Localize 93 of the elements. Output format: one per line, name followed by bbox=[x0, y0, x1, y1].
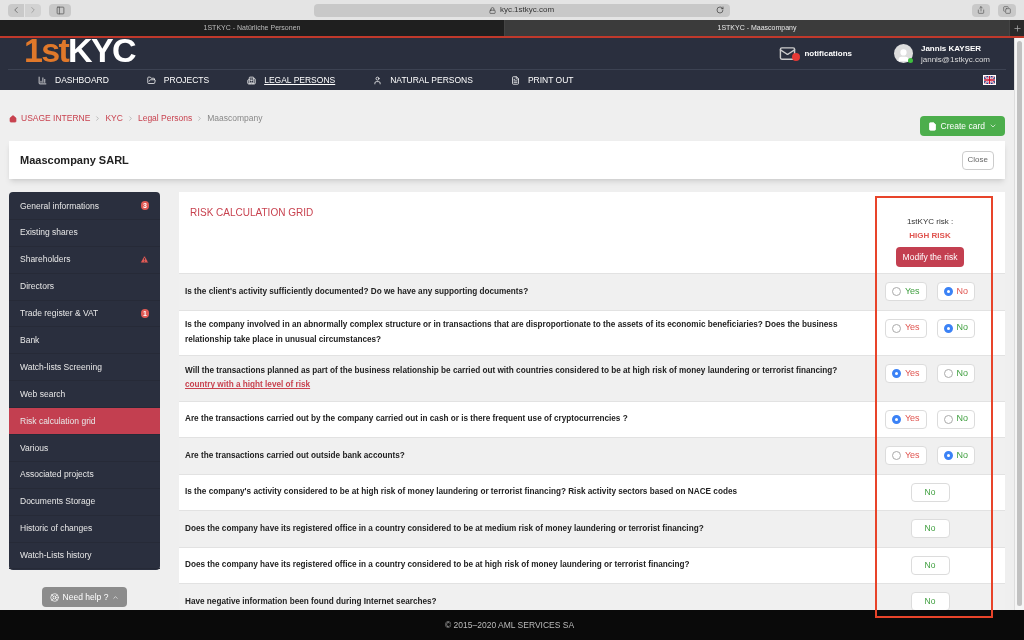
radio-icon bbox=[891, 323, 901, 333]
chevron-left-icon bbox=[11, 5, 21, 15]
radio-option[interactable]: Yes bbox=[884, 409, 927, 429]
caret-icon bbox=[989, 122, 997, 130]
question-text: Will the transactions planned as part of the business relationship be carried out with countries considered to be at high risk of money laundering or terrorist financing? country with a hight level of risk bbox=[185, 364, 839, 392]
radio-icon bbox=[943, 287, 953, 296]
nav-link[interactable]: NATURAL PERSONS bbox=[373, 73, 473, 87]
sidebar-item[interactable]: Bank bbox=[9, 327, 160, 355]
chart-icon bbox=[38, 75, 47, 85]
sidebar-item[interactable]: Watch-Lists history bbox=[9, 542, 160, 570]
share-button[interactable] bbox=[972, 3, 990, 17]
nav-link[interactable]: LEGAL PERSONS bbox=[247, 73, 336, 87]
home-icon[interactable] bbox=[9, 114, 17, 123]
question-text: Are the transactions carried out by the company carried out in cash or is there frequent use of cryptocurrencies ? bbox=[185, 413, 629, 425]
radio-icon bbox=[943, 323, 953, 333]
radio-option[interactable]: Yes bbox=[884, 318, 927, 338]
breadcrumb-link[interactable]: KYC bbox=[105, 112, 123, 125]
sidebar-item[interactable]: Risk calculation grid bbox=[9, 408, 160, 435]
answer-value: No bbox=[910, 555, 950, 575]
answer-value: No bbox=[910, 519, 950, 538]
user-email: jannis@1stkyc.com bbox=[920, 53, 990, 65]
question-text: Does the company have its registered office in a country considered to be at medium risk of money laundering or terrorist financing? bbox=[185, 522, 705, 535]
building-icon bbox=[247, 75, 257, 85]
tabs-button[interactable] bbox=[998, 3, 1016, 17]
mail-icon[interactable] bbox=[779, 45, 797, 62]
folder-icon bbox=[146, 75, 156, 85]
sidebar-item[interactable]: Various bbox=[9, 435, 160, 462]
breadcrumb-link[interactable]: USAGE INTERNE bbox=[21, 112, 91, 125]
tabs-icon bbox=[1003, 6, 1011, 14]
radio-icon bbox=[943, 369, 953, 378]
lock-icon bbox=[488, 6, 496, 14]
radio-icon bbox=[891, 287, 901, 296]
sidebar-item[interactable]: Existing shares bbox=[9, 219, 160, 247]
separator-icon bbox=[126, 115, 134, 123]
radio-option[interactable]: No bbox=[936, 282, 976, 301]
radio-icon bbox=[891, 369, 901, 378]
footer: © 2015–2020 AML SERVICES SA bbox=[0, 610, 1024, 640]
radio-option[interactable]: Yes bbox=[884, 446, 927, 465]
chevron-right-icon bbox=[28, 5, 38, 15]
radio-option[interactable]: No bbox=[936, 409, 976, 429]
separator-icon bbox=[196, 115, 204, 123]
close-button[interactable]: Close bbox=[961, 150, 994, 170]
radio-option[interactable]: No bbox=[936, 446, 976, 465]
question-text: Is the company's activity considered to be at high risk of money laundering or terrorist financing? Risk activity sectors based on NACE codes bbox=[185, 486, 738, 498]
card-title: Maascompany SARL bbox=[20, 152, 129, 168]
file-icon bbox=[927, 121, 937, 131]
radio-icon bbox=[891, 414, 901, 424]
flag-icon[interactable] bbox=[983, 75, 996, 85]
plus-icon bbox=[1012, 23, 1022, 33]
grid-title: RISK CALCULATION GRID bbox=[190, 207, 314, 218]
sidebar-toggle-button[interactable] bbox=[49, 3, 71, 17]
caret-icon bbox=[112, 593, 120, 601]
notifications-link[interactable]: notifications bbox=[804, 47, 852, 60]
question-text: Does the company have its registered office in a country considered to be at high risk of money laundering or terrorist financing? bbox=[185, 559, 691, 571]
answer-value: No bbox=[910, 592, 950, 610]
radio-option[interactable]: Yes bbox=[884, 364, 927, 383]
document-icon bbox=[510, 75, 520, 85]
nav-link[interactable]: PRINT OUT bbox=[510, 73, 574, 87]
risk-link[interactable]: country with a hight level of risk bbox=[185, 380, 311, 390]
answer-value: No bbox=[910, 482, 950, 502]
breadcrumb-link[interactable]: Legal Persons bbox=[137, 112, 193, 125]
question-text: Is the client's activity sufficiently documented? Do we have any supporting documents? bbox=[185, 285, 530, 298]
modify-risk-button[interactable]: Modify the risk bbox=[895, 247, 965, 267]
question-text: Have negative information been found during Internet searches? bbox=[185, 595, 438, 608]
lifebuoy-icon bbox=[49, 592, 59, 602]
radio-icon bbox=[943, 451, 953, 460]
separator-icon bbox=[94, 115, 102, 123]
radio-option[interactable]: No bbox=[936, 364, 976, 383]
sidebar-item[interactable]: Directors bbox=[9, 273, 160, 301]
person-icon bbox=[373, 75, 383, 85]
question-text: Is the company involved in an abnormally complex structure or in transactions that are disproportionate to the assets of its economic beneficiaries? Does the business relationship take place in unusual circumstances? bbox=[185, 319, 839, 346]
sidebar-item[interactable]: Associated projects bbox=[9, 461, 160, 489]
risk-label: 1stKYC risk : bbox=[906, 216, 954, 228]
warning-icon bbox=[140, 255, 149, 265]
nav-link[interactable]: PROJECTS bbox=[146, 73, 210, 87]
sidebar-item[interactable]: Shareholders bbox=[9, 246, 160, 274]
share-icon bbox=[977, 6, 985, 14]
sidebar-icon bbox=[55, 5, 65, 15]
question-text: Are the transactions carried out outside bank accounts? bbox=[185, 449, 406, 462]
reload-icon[interactable] bbox=[715, 6, 724, 14]
back-button[interactable] bbox=[8, 3, 24, 17]
user-name: Jannis KAYSER bbox=[920, 42, 983, 54]
sidebar-item[interactable]: Documents Storage bbox=[9, 488, 160, 516]
radio-icon bbox=[943, 414, 953, 424]
radio-icon bbox=[891, 451, 901, 460]
sidebar-item[interactable]: Watch-lists Screening bbox=[9, 354, 160, 382]
radio-option[interactable]: Yes bbox=[884, 282, 927, 301]
risk-value: HIGH RISK bbox=[909, 230, 951, 242]
avatar-icon[interactable] bbox=[893, 44, 913, 63]
address-bar[interactable]: kyc.1stkyc.com bbox=[313, 3, 730, 17]
sidebar-item[interactable]: Historic of changes bbox=[9, 515, 160, 543]
radio-option[interactable]: No bbox=[936, 318, 976, 338]
nav-link[interactable]: DASHBOARD bbox=[38, 73, 109, 87]
